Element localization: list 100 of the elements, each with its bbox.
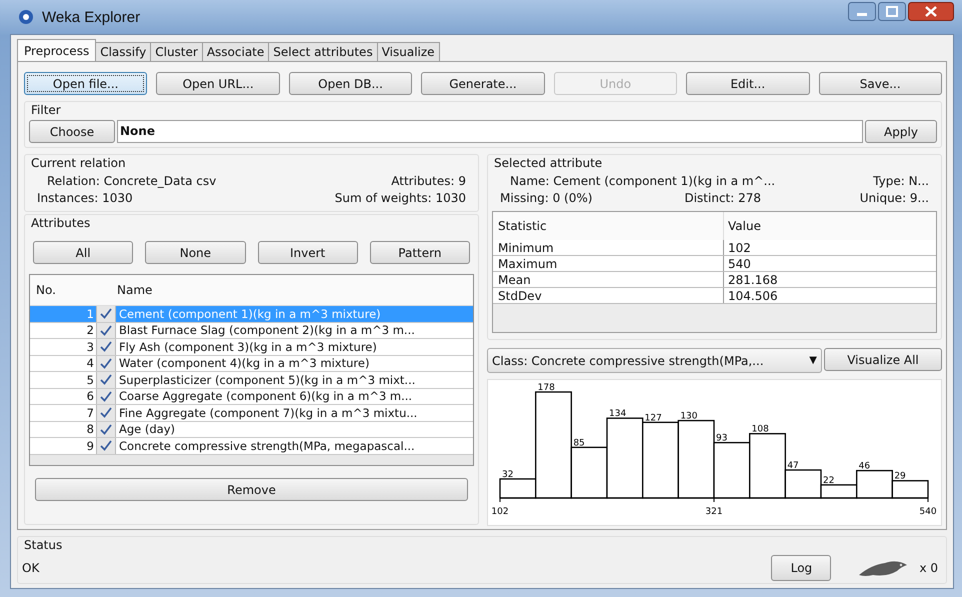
bar-label: 29 [894, 472, 906, 482]
table-cell-text: 540 [727, 256, 751, 270]
task-count: x 0 [919, 561, 939, 575]
checkbox[interactable] [99, 307, 113, 320]
filter-field[interactable]: None [117, 120, 863, 143]
selection-button[interactable]: Invert [258, 241, 358, 264]
toolbar-button[interactable]: Edit... [686, 72, 810, 95]
row-number: 4 [86, 356, 95, 370]
attributes-count: Attributes: 9 [391, 173, 466, 190]
tick-label: 540 [919, 507, 937, 517]
attribute-name: Coarse Aggregate (component 6)(kg in a m^3 m... [118, 389, 412, 404]
tab[interactable]: Associate [202, 42, 270, 61]
tab[interactable]: Select attributes [268, 42, 378, 61]
checkbox[interactable] [99, 422, 113, 436]
close-icon[interactable] [908, 2, 954, 21]
row-number: 8 [86, 422, 95, 436]
bar-label: 22 [823, 476, 834, 486]
missing-label: Missing: 0 (0%) [500, 190, 592, 207]
checkbox[interactable] [99, 340, 113, 354]
instances-count: Instances: 1030 [37, 190, 133, 207]
attribute-name: Cement (component 1)(kg in a m^3 mixture) [118, 306, 381, 321]
tick-label: 321 [705, 507, 723, 517]
group-title: Status [23, 537, 64, 554]
group-title: Filter [30, 102, 62, 119]
attribute-row[interactable]: 8 Age (day) [30, 422, 473, 438]
attribute-name: Superplasticizer (component 5)(kg in a m^3 mixt... [118, 372, 416, 387]
row-number: 7 [86, 406, 95, 420]
toolbar-button[interactable]: Save... [818, 72, 942, 95]
table-cell-text: 104.506 [727, 288, 778, 302]
table-cell-text: 102 [727, 240, 751, 254]
attribute-row[interactable]: 2 Blast Furnace Slag (component 2)(kg in a m^3 m... [30, 322, 473, 339]
selection-button[interactable]: All [33, 241, 134, 264]
attribute-name: Fly Ash (component 3)(kg in a m^3 mixture) [118, 340, 377, 354]
tab[interactable]: Visualize [376, 42, 440, 61]
choose-button[interactable]: Choose [29, 120, 115, 143]
attribute-name: Blast Furnace Slag (component 2)(kg in a m^3 m... [118, 323, 415, 338]
remove-button[interactable]: Remove [35, 478, 468, 501]
tab[interactable]: Classify [95, 42, 152, 61]
table-cell: Minimum [493, 240, 724, 255]
attribute-name: Concrete compressive strength(MPa, megapascal... [118, 438, 415, 453]
checkbox[interactable] [99, 439, 113, 452]
class-dropdown[interactable]: Class: Concrete compressive strength(MPa,... ▼ [487, 348, 822, 373]
bar-label: 178 [538, 383, 555, 393]
checkbox[interactable] [99, 406, 113, 420]
attribute-row[interactable]: 6 Coarse Aggregate (component 6)(kg in a m^3 m... [30, 388, 473, 405]
column-header[interactable]: No. [30, 283, 96, 297]
toolbar-button[interactable]: Open URL... [156, 72, 280, 95]
status-text: OK [22, 561, 40, 575]
histogram-bar [713, 442, 750, 499]
apply-button[interactable]: Apply [865, 120, 937, 143]
toolbar-button[interactable]: Open DB... [288, 72, 412, 95]
group-title: Selected attribute [493, 155, 604, 172]
checkbox[interactable] [99, 324, 113, 337]
attribute-name: Age (day) [118, 422, 176, 436]
column-header[interactable]: Name [114, 283, 152, 297]
tab[interactable]: Cluster [150, 42, 203, 61]
table-cell: Mean [493, 272, 724, 287]
bar-label: 46 [858, 462, 870, 472]
attribute-row[interactable]: 5 Superplasticizer (component 5)(kg in a m^3 mixt... [30, 372, 473, 388]
column-header[interactable]: Value [724, 219, 761, 233]
tab[interactable]: Preprocess [17, 39, 96, 61]
bar-label: 108 [752, 424, 769, 435]
type-label: Type: N... [873, 173, 929, 190]
minimize-icon[interactable] [848, 2, 876, 21]
checkbox[interactable] [99, 373, 113, 386]
app-icon [18, 9, 34, 25]
group-title: Current relation [30, 155, 127, 172]
window-title: Weka Explorer [42, 8, 140, 26]
checkbox[interactable] [99, 356, 113, 370]
row-number: 9 [86, 438, 95, 453]
attribute-row[interactable]: 9 Concrete compressive strength(MPa, megapascal... [30, 438, 473, 454]
row-number: 5 [86, 372, 95, 387]
bar-label: 32 [502, 470, 514, 480]
visualize-all-button[interactable]: Visualize All [824, 348, 942, 371]
row-number: 2 [86, 323, 95, 338]
attribute-row[interactable]: 3 Fly Ash (component 3)(kg in a m^3 mixture) [30, 339, 473, 356]
attribute-row[interactable]: 7 Fine Aggregate (component 7)(kg in a m^3 mixtu... [30, 405, 473, 422]
toolbar-button[interactable]: Generate... [421, 72, 545, 95]
checkbox[interactable] [99, 390, 113, 403]
table-cell: StdDev [493, 288, 724, 303]
selection-button[interactable]: Pattern [370, 241, 470, 264]
row-number: 3 [86, 340, 95, 354]
toolbar-button[interactable]: Open file... [24, 72, 148, 95]
tick-label: 102 [491, 507, 509, 517]
weights-sum: Sum of weights: 1030 [334, 190, 466, 207]
attribute-name-label: Name: Cement (component 1)(kg in a m^... [509, 173, 776, 190]
selection-button[interactable]: None [145, 241, 246, 264]
attribute-name: Fine Aggregate (component 7)(kg in a m^3 mixtu... [118, 406, 418, 420]
row-number: 6 [86, 389, 95, 404]
bar-label: 130 [680, 412, 698, 422]
bar-label: 85 [573, 438, 585, 448]
maximize-icon[interactable] [878, 2, 906, 21]
relation-label: Relation: Concrete_Data csv [46, 173, 216, 190]
attribute-row[interactable]: 4 Water (component 4)(kg in a m^3 mixture) [30, 356, 473, 372]
table-cell: Maximum [493, 256, 724, 271]
attribute-name: Water (component 4)(kg in a m^3 mixture) [118, 356, 370, 370]
group-title: Attributes [30, 215, 92, 232]
table-cell-text: 281.168 [727, 272, 778, 286]
bar-label: 93 [716, 434, 728, 444]
log-button[interactable]: Log [771, 555, 832, 581]
